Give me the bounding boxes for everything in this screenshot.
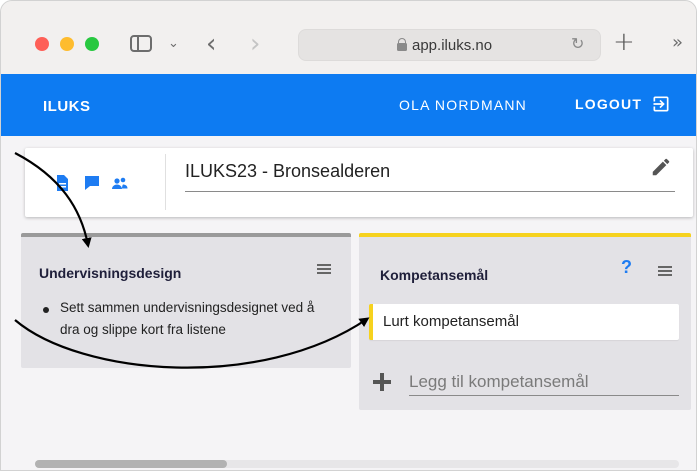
chevron-down-icon[interactable]: ⌄	[168, 36, 179, 51]
app-header: ILUKS OLA NORDMANN LOGOUT	[1, 74, 696, 136]
goal-card[interactable]: Lurt kompetansemål	[369, 304, 679, 340]
main-content: ILUKS23 - Bronsealderen Undervisningsdes…	[1, 136, 696, 470]
forward-icon[interactable]: ›	[250, 29, 260, 59]
goals-column[interactable]: Kompetansemål ? Lurt kompetansemål	[359, 233, 691, 410]
horizontal-scrollbar[interactable]	[35, 460, 679, 468]
address-bar[interactable]: app.iluks.no ↻	[298, 29, 601, 61]
browser-toolbar: ⌄ ‹ › app.iluks.no ↻ + »	[1, 1, 696, 74]
add-goal-input[interactable]	[409, 369, 679, 396]
logout-icon[interactable]	[651, 94, 671, 114]
project-title-underline	[185, 191, 675, 192]
sidebar-toggle-icon[interactable]	[130, 35, 152, 52]
bullet-icon	[43, 307, 49, 313]
project-divider	[165, 154, 166, 210]
people-icon[interactable]	[112, 177, 128, 189]
edit-icon[interactable]	[650, 156, 672, 178]
logout-button[interactable]: LOGOUT	[575, 96, 642, 112]
add-goal-row	[373, 369, 679, 399]
back-icon[interactable]: ‹	[206, 29, 216, 59]
menu-icon[interactable]	[317, 264, 331, 274]
new-tab-icon[interactable]: +	[613, 27, 635, 57]
add-icon[interactable]	[373, 373, 391, 391]
scrollbar-thumb[interactable]	[35, 460, 227, 468]
comment-icon[interactable]	[85, 176, 99, 190]
minimize-window-button[interactable]	[60, 37, 74, 51]
browser-window: ⌄ ‹ › app.iluks.no ↻ + » ILUKS OLA NORDM…	[0, 0, 697, 471]
project-card: ILUKS23 - Bronsealderen	[25, 148, 693, 217]
menu-icon[interactable]	[658, 266, 672, 276]
design-column-title: Undervisningsdesign	[39, 265, 182, 281]
goals-column-title: Kompetansemål	[380, 267, 489, 283]
lock-icon	[397, 38, 407, 51]
document-icon[interactable]	[57, 175, 68, 191]
zoom-window-button[interactable]	[85, 37, 99, 51]
goal-card-text: Lurt kompetansemål	[383, 313, 519, 330]
design-column[interactable]: Undervisningsdesign Sett sammen undervis…	[21, 233, 351, 368]
brand-logo[interactable]: ILUKS	[43, 98, 91, 115]
design-hint-text: Sett sammen undervisningsdesignet ved å …	[60, 300, 315, 337]
more-tabs-icon[interactable]: »	[672, 32, 683, 53]
close-window-button[interactable]	[35, 37, 49, 51]
url-text[interactable]: app.iluks.no	[412, 37, 492, 54]
user-name[interactable]: OLA NORDMANN	[399, 97, 527, 113]
reload-icon[interactable]: ↻	[571, 34, 584, 53]
project-title[interactable]: ILUKS23 - Bronsealderen	[185, 161, 390, 182]
help-icon[interactable]: ?	[621, 257, 632, 278]
project-icons	[57, 175, 128, 191]
